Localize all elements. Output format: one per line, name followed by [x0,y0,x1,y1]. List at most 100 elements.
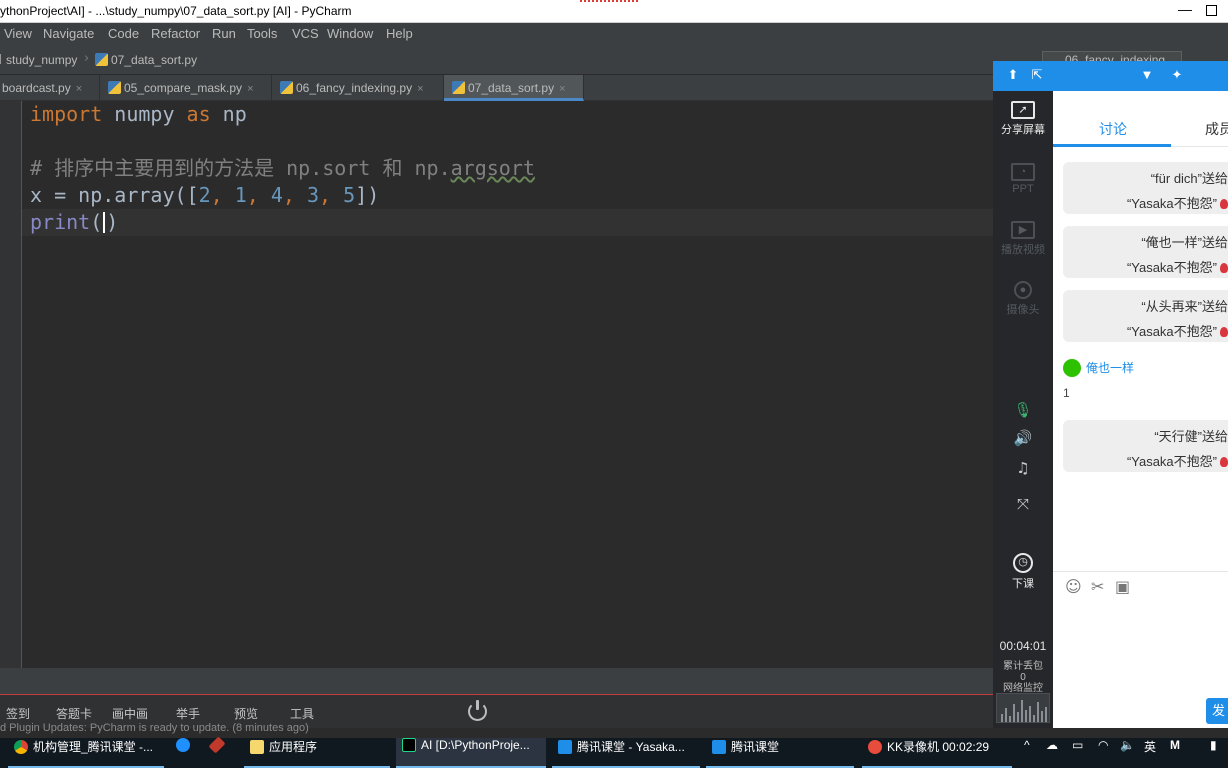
python-file-icon [95,53,108,66]
scissors-icon[interactable]: ✂ [1091,577,1104,596]
folder-icon [250,740,264,754]
classroom-panel-header: ⬆ ⇱ ▼ ✦ [993,61,1228,91]
microphone-icon[interactable]: 🎙 [993,401,1053,419]
rose-icon [1220,199,1228,209]
taskbar-tencent-class-yasaka[interactable]: 腾讯课堂 - Yasaka... [552,738,700,768]
tray-battery-icon[interactable]: ▭ [1072,738,1083,768]
menu-refactor[interactable]: Refactor [151,26,200,41]
app-icon [208,736,226,754]
answer-card-button[interactable]: 答题卡 [56,705,92,722]
code-line-4: x = np.array([2, 1, 4, 3, 5]) [30,183,380,207]
minimize-button[interactable]: — [1178,1,1192,21]
tray-cloud-icon[interactable]: ☁ [1046,738,1058,768]
menu-bar: View Navigate Code Refactor Run Tools VC… [0,23,1228,45]
tray-chevron-icon[interactable]: ^ [1024,738,1030,768]
raise-hand-button[interactable]: 举手 [176,705,200,722]
folder-icon [0,54,4,64]
tools-button[interactable]: 工具 [290,705,314,722]
chat-sender[interactable]: 俺也一样 [1063,359,1134,377]
edge-icon [176,738,190,752]
taskbar-edge[interactable] [170,738,200,768]
tab-members[interactable]: 成员 [1205,119,1228,139]
timer-icon: ◷ [1013,553,1033,573]
python-file-icon [108,81,121,94]
ppt-button[interactable]: ◔ PPT [993,163,1053,195]
end-class-button[interactable]: ◷ 下课 [993,553,1053,591]
network-monitor-graph[interactable] [996,693,1050,723]
camera-button[interactable]: ● 摄像头 [993,281,1053,317]
tray-ime-indicator[interactable]: 英 [1144,738,1156,768]
tray-show-desktop-icon[interactable]: ▮ [1210,738,1217,768]
upload-icon[interactable]: ⬆ [1005,68,1021,84]
code-line-3: # 排序中主要用到的方法是 np.sort 和 np.argsort [30,156,535,180]
music-icon[interactable]: ♫ [993,459,1053,477]
tab-close-icon[interactable]: × [417,83,423,95]
share-screen-icon: ➚ [1011,101,1035,119]
pin-icon[interactable]: ✦ [1169,68,1185,84]
maximize-button[interactable] [1206,5,1217,16]
menu-vcs[interactable]: VCS [292,26,319,41]
taskbar-kk-recorder[interactable]: KK录像机 00:02:29 [862,738,1012,768]
tencent-class-icon [558,740,572,754]
gift-message: “天行健”送给 “Yasaka不抱怨” [1063,420,1228,472]
send-button[interactable]: 发 [1206,698,1228,724]
menu-help[interactable]: Help [386,26,413,41]
menu-tools[interactable]: Tools [247,26,277,41]
speaker-icon[interactable]: 🔊 [993,429,1053,447]
recording-indicator [580,0,638,3]
breadcrumb-folder[interactable]: study_numpy [0,53,77,67]
tab-data-sort[interactable]: 07_data_sort.py × [444,75,584,101]
chrome-icon [14,740,28,754]
code-line-5: print() [30,210,119,234]
checkin-button[interactable]: 签到 [6,705,30,722]
class-timer: 00:04:01 [999,639,1047,653]
wechat-icon [1063,359,1081,377]
breadcrumb-file[interactable]: 07_data_sort.py [95,53,197,67]
preview-button[interactable]: 预览 [234,705,258,722]
tab-discussion[interactable]: 讨论 [1099,119,1127,139]
taskbar-tencent-class[interactable]: 腾讯课堂 [706,738,854,768]
tab-close-icon[interactable]: × [247,83,253,95]
menu-code[interactable]: Code [108,26,139,41]
image-icon[interactable]: ▣ [1115,577,1130,596]
tab-compare-mask[interactable]: 05_compare_mask.py × [100,75,272,101]
pycharm-icon [402,738,416,752]
taskbar-pinned-app[interactable] [206,736,240,768]
popout-icon[interactable]: ⇱ [1029,68,1045,84]
dropdown-icon[interactable]: ▼ [1139,68,1155,84]
share-screen-button[interactable]: ➚ 分享屏幕 [993,101,1053,137]
tab-boardcast[interactable]: boardcast.py × [0,75,100,101]
camera-icon: ● [1014,281,1032,299]
rose-icon [1220,327,1228,337]
tray-volume-icon[interactable]: 🔈 [1120,738,1135,768]
tab-close-icon[interactable]: × [559,83,565,95]
rose-icon [1220,457,1228,467]
expand-icon[interactable]: ⤧ [993,495,1053,513]
tab-close-icon[interactable]: × [76,83,82,95]
emoji-icon[interactable]: ☺ [1065,577,1082,596]
tab-fancy-indexing[interactable]: 06_fancy_indexing.py × [272,75,444,101]
menu-view[interactable]: View [4,26,32,41]
menu-navigate[interactable]: Navigate [43,26,94,41]
packet-loss-info: 累计丢包 0 网络监控 [1003,661,1043,694]
rose-icon [1220,263,1228,273]
python-file-icon [280,81,293,94]
play-video-icon: ▶ [1011,221,1035,239]
play-video-button[interactable]: ▶ 播放视频 [993,221,1053,257]
active-tab-indicator [1053,144,1171,147]
gift-message: “从头再来”送给 “Yasaka不抱怨” [1063,290,1228,342]
taskbar-pycharm[interactable]: AI [D:\PythonProje... [396,738,546,768]
classroom-sidebar: ➚ 分享屏幕 ◔ PPT ▶ 播放视频 ● 摄像头 🎙 🔊 ♫ ⤧ ◷ 下课 0… [993,91,1053,728]
taskbar-applications[interactable]: 应用程序 [244,738,390,768]
tray-wifi-icon[interactable]: ◠ [1098,738,1108,768]
taskbar-chrome[interactable]: 机构管理_腾讯课堂 -... [8,738,164,768]
power-icon[interactable] [468,700,487,721]
picture-in-picture-button[interactable]: 画中画 [112,705,148,722]
menu-window[interactable]: Window [327,26,373,41]
code-editor[interactable]: import numpy as np # 排序中主要用到的方法是 np.sort… [22,101,994,668]
status-message: d Plugin Updates: PyCharm is ready to up… [0,722,309,734]
menu-run[interactable]: Run [212,26,236,41]
tray-ime-mode-icon[interactable]: M [1170,738,1180,768]
title-bar: ythonProject\AI] - ...\study_numpy\07_da… [0,0,1228,23]
gift-message: “俺也一样”送给 “Yasaka不抱怨” [1063,226,1228,278]
